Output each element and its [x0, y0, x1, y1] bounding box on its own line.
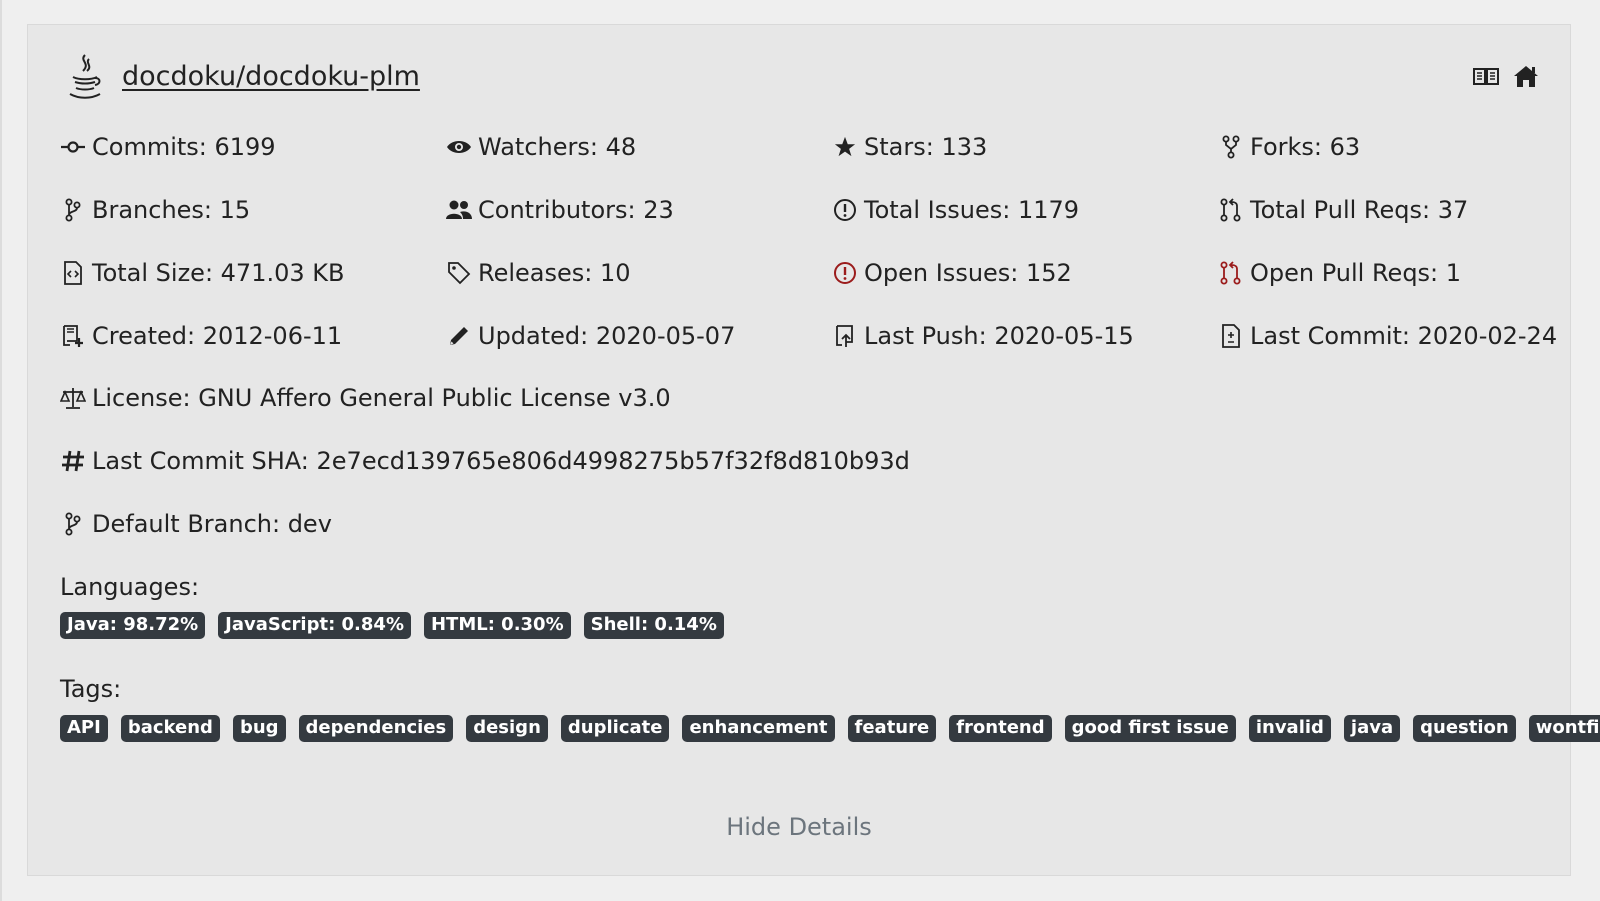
stat-updated: Updated: 2020-05-07 [446, 316, 832, 356]
stat-stars-label: Stars: 133 [864, 133, 988, 161]
tags-heading: Tags: [60, 675, 122, 703]
stat-total-issues-label: Total Issues: 1179 [864, 196, 1080, 224]
people-icon [446, 197, 472, 223]
stat-open-pull-reqs-label: Open Pull Reqs: 1 [1250, 259, 1462, 287]
branch-icon [60, 197, 86, 223]
language-badge: Shell: 0.14% [583, 612, 724, 639]
open-issue-icon [832, 260, 858, 286]
license-label: License: GNU Affero General Public Licen… [92, 384, 671, 412]
repo-header: docdoku/docdoku-plm [62, 50, 420, 102]
stat-total-pull-reqs-label: Total Pull Reqs: 37 [1250, 196, 1469, 224]
file-code-icon [60, 260, 86, 286]
repo-push-icon [832, 323, 858, 349]
pull-request-icon [1218, 197, 1244, 223]
tag-badge[interactable]: design [466, 715, 548, 742]
page-left-edge [0, 0, 2, 901]
eye-icon [446, 134, 472, 160]
stat-contributors: Contributors: 23 [446, 190, 832, 230]
header-actions [1472, 63, 1540, 89]
stat-created-label: Created: 2012-06-11 [92, 322, 343, 350]
stat-commits-label: Commits: 6199 [92, 133, 276, 161]
stat-contributors-label: Contributors: 23 [478, 196, 674, 224]
stat-last-push: Last Push: 2020-05-15 [832, 316, 1218, 356]
stat-total-pull-reqs: Total Pull Reqs: 37 [1218, 190, 1570, 230]
java-cup-icon [62, 50, 108, 102]
repo-name-link[interactable]: docdoku/docdoku-plm [122, 61, 420, 92]
stat-branches: Branches: 15 [60, 190, 446, 230]
hide-details-button[interactable]: Hide Details [28, 813, 1570, 841]
book-open-icon[interactable] [1472, 63, 1500, 89]
stat-created: Created: 2012-06-11 [60, 316, 446, 356]
repo-details-card: docdoku/docdoku-plm Commits: 6199 Watche… [27, 24, 1600, 876]
tag-badge[interactable]: feature [847, 715, 937, 742]
stat-updated-label: Updated: 2020-05-07 [478, 322, 736, 350]
law-scale-icon [60, 385, 86, 411]
tag-badge[interactable]: java [1343, 715, 1401, 742]
last-commit-sha-label: Last Commit SHA: 2e7ecd139765e806d499827… [92, 447, 910, 475]
languages-heading: Languages: [60, 573, 200, 601]
tag-badge[interactable]: bug [232, 715, 286, 742]
stat-watchers-label: Watchers: 48 [478, 133, 637, 161]
tag-icon [446, 260, 472, 286]
pencil-icon [446, 323, 472, 349]
tag-badge[interactable]: API [60, 715, 108, 742]
fork-icon [1218, 134, 1244, 160]
commit-icon [60, 134, 86, 160]
tags-list: API backend bug dependencies design dupl… [60, 715, 1600, 742]
stat-open-pull-reqs: Open Pull Reqs: 1 [1218, 253, 1570, 293]
tag-badge[interactable]: enhancement [682, 715, 835, 742]
stat-branches-label: Branches: 15 [92, 196, 251, 224]
tag-badge[interactable]: wontfix [1528, 715, 1600, 742]
language-badge: JavaScript: 0.84% [218, 612, 411, 639]
languages-list: Java: 98.72% JavaScript: 0.84% HTML: 0.3… [60, 612, 724, 639]
tag-badge[interactable]: good first issue [1064, 715, 1236, 742]
tag-badge[interactable]: frontend [949, 715, 1052, 742]
stat-forks: Forks: 63 [1218, 127, 1570, 167]
tag-badge[interactable]: duplicate [560, 715, 670, 742]
stat-releases: Releases: 10 [446, 253, 832, 293]
stat-total-size-label: Total Size: 471.03 KB [92, 259, 345, 287]
stat-forks-label: Forks: 63 [1250, 133, 1361, 161]
stat-last-push-label: Last Push: 2020-05-15 [864, 322, 1134, 350]
stat-open-issues-label: Open Issues: 152 [864, 259, 1072, 287]
tag-badge[interactable]: question [1413, 715, 1516, 742]
language-badge: HTML: 0.30% [423, 612, 571, 639]
default-branch-row: Default Branch: dev [60, 504, 332, 544]
stat-total-size: Total Size: 471.03 KB [60, 253, 446, 293]
license-row: License: GNU Affero General Public Licen… [60, 378, 671, 418]
stat-commits: Commits: 6199 [60, 127, 446, 167]
open-pull-request-icon [1218, 260, 1244, 286]
hash-icon [60, 448, 86, 474]
tag-badge[interactable]: backend [120, 715, 220, 742]
issue-icon [832, 197, 858, 223]
branch-icon [60, 511, 86, 537]
stat-total-issues: Total Issues: 1179 [832, 190, 1218, 230]
stats-grid: Commits: 6199 Watchers: 48 Stars: 133 Fo… [60, 127, 1570, 379]
repo-create-icon [60, 323, 86, 349]
stat-stars: Stars: 133 [832, 127, 1218, 167]
tag-badge[interactable]: dependencies [298, 715, 454, 742]
file-diff-icon [1218, 323, 1244, 349]
stat-open-issues: Open Issues: 152 [832, 253, 1218, 293]
sha-row: Last Commit SHA: 2e7ecd139765e806d499827… [60, 441, 910, 481]
language-badge: Java: 98.72% [60, 612, 206, 639]
stat-last-commit: Last Commit: 2020-02-24 [1218, 316, 1570, 356]
stat-watchers: Watchers: 48 [446, 127, 832, 167]
tag-badge[interactable]: invalid [1248, 715, 1331, 742]
home-icon[interactable] [1512, 63, 1540, 89]
star-icon [832, 134, 858, 160]
stat-releases-label: Releases: 10 [478, 259, 631, 287]
default-branch-label: Default Branch: dev [92, 510, 332, 538]
stat-last-commit-label: Last Commit: 2020-02-24 [1250, 322, 1558, 350]
